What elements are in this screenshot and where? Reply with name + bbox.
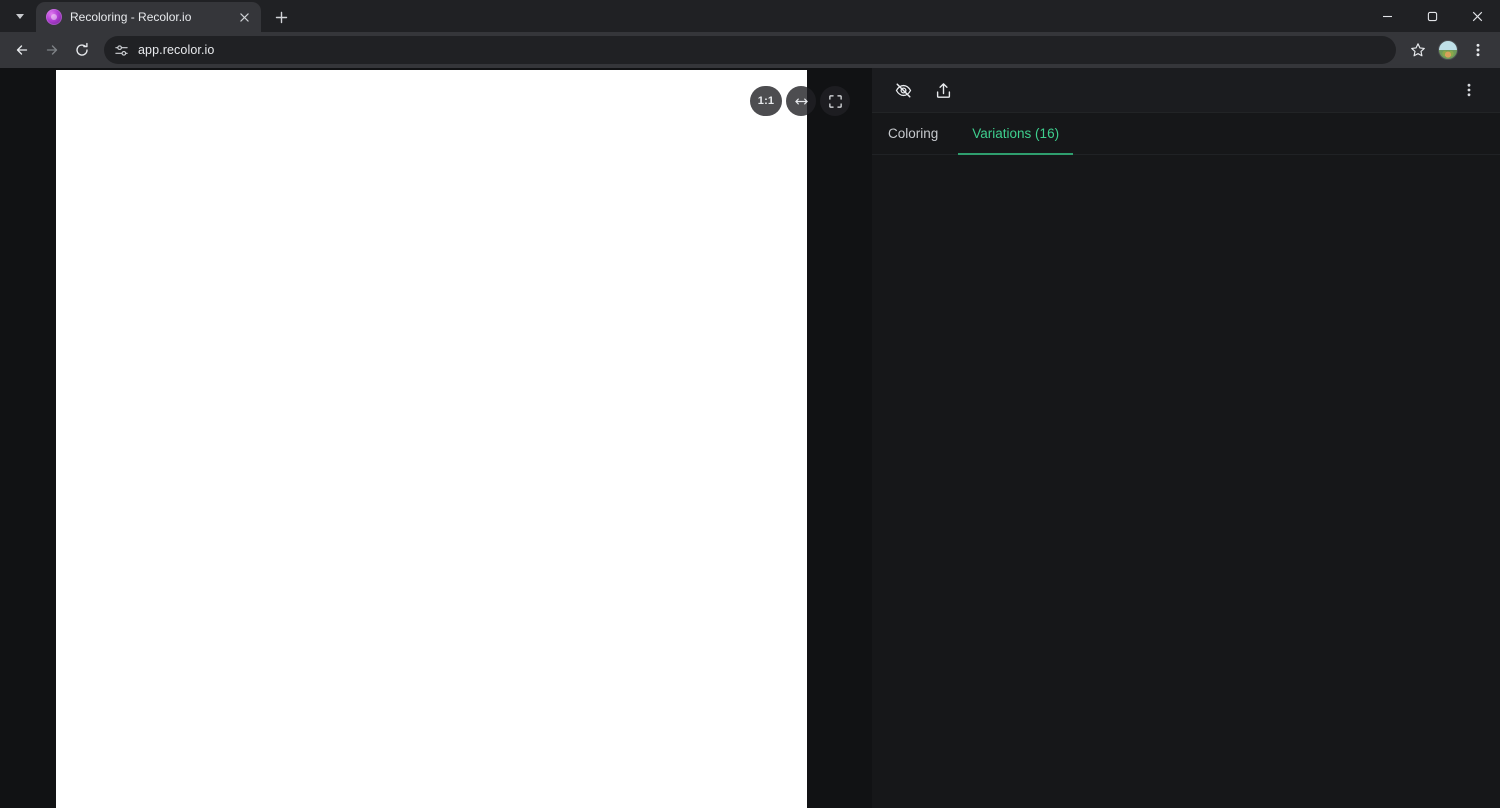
chevron-down-icon [16, 14, 24, 19]
browser-tab[interactable]: Recoloring - Recolor.io [36, 2, 261, 32]
maximize-icon[interactable] [1410, 0, 1455, 32]
browser-tabstrip: Recoloring - Recolor.io [0, 0, 1500, 32]
panel-tabs: Coloring Variations (16) [872, 113, 1500, 155]
star-icon[interactable] [1404, 36, 1432, 64]
tab-coloring[interactable]: Coloring [888, 113, 958, 154]
upload-share-icon[interactable] [928, 75, 958, 105]
avatar[interactable] [1434, 36, 1462, 64]
eye-off-icon[interactable] [888, 75, 918, 105]
toolbar-right-actions [1404, 36, 1492, 64]
back-arrow-icon[interactable] [8, 36, 36, 64]
browser-toolbar: app.recolor.io [0, 32, 1500, 68]
browser-chrome: Recoloring - Recolor.io [0, 0, 1500, 68]
variations-grid-scroll[interactable] [872, 155, 1500, 808]
variations-panel: Coloring Variations (16) [872, 68, 1500, 808]
address-bar-url: app.recolor.io [138, 43, 214, 57]
window-controls [1365, 0, 1500, 32]
recolor-logo-icon [46, 9, 62, 25]
horizontal-arrows-icon[interactable] [786, 86, 816, 116]
close-icon[interactable] [235, 8, 253, 26]
new-tab-button[interactable] [267, 3, 295, 31]
minimize-icon[interactable] [1365, 0, 1410, 32]
browser-tab-title: Recoloring - Recolor.io [70, 10, 235, 24]
floral-pattern-artwork [56, 70, 807, 808]
close-icon[interactable] [1455, 0, 1500, 32]
address-bar[interactable]: app.recolor.io [104, 36, 1396, 64]
canvas-controls: 1:1 [750, 86, 850, 116]
forward-arrow-icon[interactable] [38, 36, 66, 64]
three-dot-menu-icon[interactable] [1454, 75, 1484, 105]
main-pattern-image[interactable] [56, 70, 807, 808]
tab-search-button[interactable] [6, 2, 34, 30]
app-window: 1:1 [0, 68, 1500, 808]
profile-avatar-image [1438, 40, 1458, 60]
reload-icon[interactable] [68, 36, 96, 64]
tab-variations[interactable]: Variations (16) [958, 113, 1073, 154]
canvas-pane: 1:1 [0, 68, 872, 808]
panel-toolbar [872, 68, 1500, 113]
three-dot-menu-icon[interactable] [1464, 36, 1492, 64]
tune-icon[interactable] [114, 43, 129, 58]
zoom-level-button[interactable]: 1:1 [750, 86, 782, 116]
expand-fullscreen-icon[interactable] [820, 86, 850, 116]
